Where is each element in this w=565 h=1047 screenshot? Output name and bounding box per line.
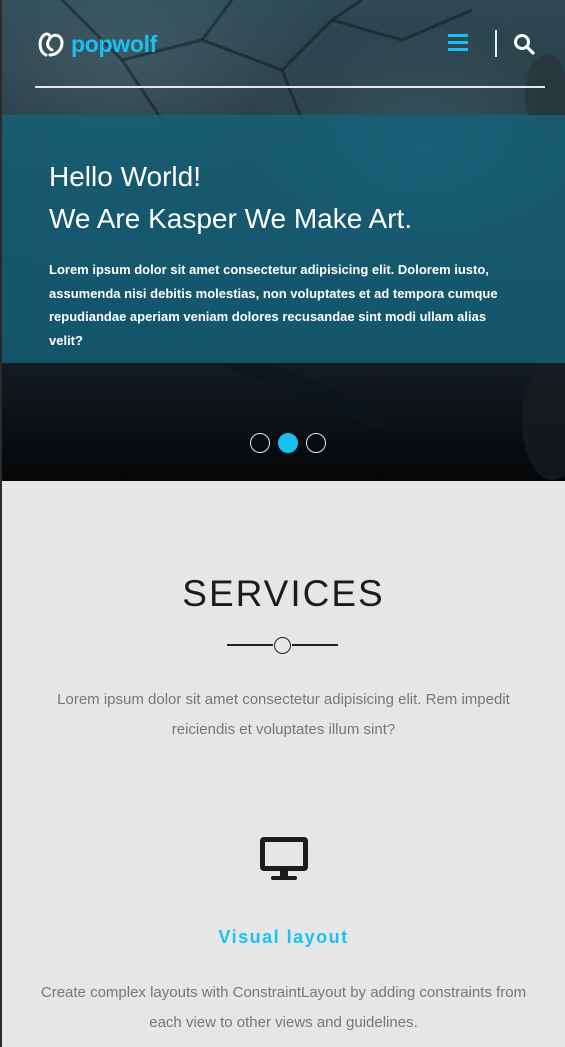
slider-dot-2[interactable] [278,433,298,453]
hero-title: Hello World! We Are Kasper We Make Art. [49,156,518,240]
title-separator [227,635,340,655]
hero-caption: Hello World! We Are Kasper We Make Art. … [2,115,565,363]
slider-dot-3[interactable] [306,433,326,453]
services-description: Lorem ipsum dolor sit amet consectetur a… [57,691,510,738]
header-divider [495,30,497,57]
slider-dot-1[interactable] [250,433,270,453]
header-underline [35,86,545,88]
hamburger-icon[interactable] [448,34,468,52]
feature-title: Visual layout [218,927,349,947]
header: popwolf [35,24,545,64]
feature-description: Create complex layouts with ConstraintLa… [40,984,527,1031]
logo[interactable]: popwolf [35,24,157,64]
hero-section: popwolf Hello World! We Are Kasper We Ma… [2,0,565,481]
hero-title-line1: Hello World! [49,161,201,192]
hero-text: Lorem ipsum dolor sit amet consectetur a… [49,262,498,348]
slider-dots [250,433,334,453]
logo-text: popwolf [71,30,158,57]
search-icon[interactable] [513,33,535,55]
hero-title-line2: We Are Kasper We Make Art. [49,203,413,234]
page: popwolf Hello World! We Are Kasper We Ma… [2,0,565,1047]
services-section: SERVICES Lorem ipsum dolor sit amet cons… [2,481,565,1047]
monitor-icon [260,837,308,880]
services-title: SERVICES [182,573,385,614]
logo-icon [38,32,64,57]
